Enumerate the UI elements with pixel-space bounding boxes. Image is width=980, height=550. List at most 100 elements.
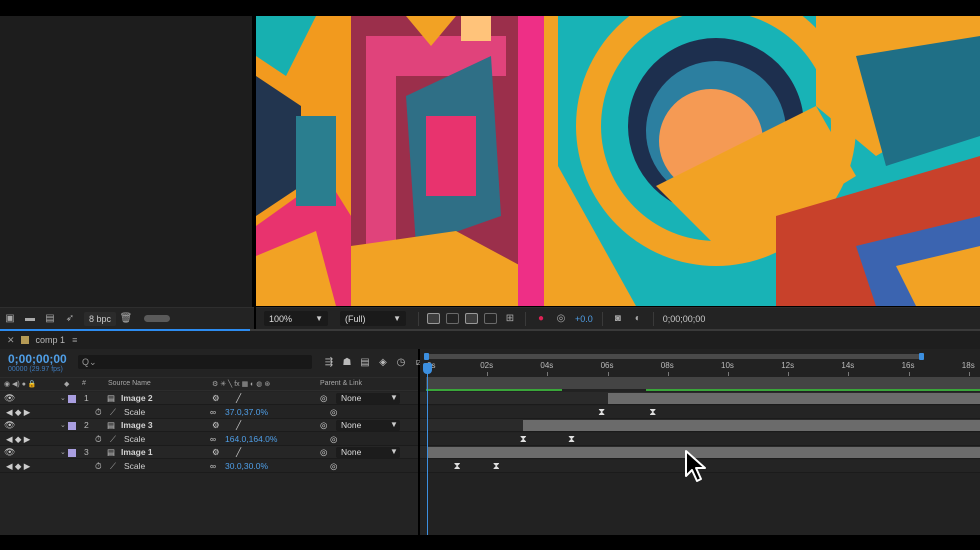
resolution-dropdown[interactable]: (Full) ▼ (340, 311, 406, 326)
thumbnail-slider[interactable] (144, 315, 171, 322)
keyframe-icon[interactable]: ⧗ (453, 460, 461, 473)
close-icon[interactable]: ✕ (7, 335, 15, 346)
property-row[interactable]: ◀ ◆ ▶ ⏱ ⟋ Scale ∞ 164.0,164.0% ◎ (0, 433, 418, 446)
property-track[interactable]: ⧗ ⧗ (420, 433, 980, 446)
color-channel-icon[interactable]: ● (534, 312, 548, 326)
visibility-eye-icon[interactable]: 👁 (4, 420, 15, 431)
flowchart-icon[interactable]: ▣ (3, 312, 17, 326)
grid-icon[interactable]: ⊞ (503, 312, 517, 326)
layer-track[interactable] (420, 419, 980, 432)
folder-icon[interactable]: ▬ (23, 312, 37, 326)
keyframe-nav-icons[interactable]: ◀ ◆ ▶ (6, 461, 30, 472)
constrain-link-icon[interactable]: ∞ (210, 461, 216, 471)
collapse-switch-icon[interactable]: ⚙ (212, 420, 220, 431)
ruler-tick-mark (968, 372, 970, 376)
pin-icon[interactable]: ➶ (63, 312, 77, 326)
constrain-link-icon[interactable]: ∞ (210, 434, 216, 444)
layer-track[interactable] (420, 392, 980, 405)
layer-row[interactable]: 👁 ⌄ 1 ▤ Image 2 ⚙ ╱ ◎ None ▼ (0, 392, 418, 405)
composition-icon[interactable]: ▤ (43, 312, 57, 326)
quality-switch-icon[interactable]: ╱ (236, 393, 241, 404)
time-navigator-end-handle[interactable] (919, 353, 924, 360)
keyframe-nav-icons[interactable]: ◀ ◆ ▶ (6, 434, 30, 445)
keyframe-icon[interactable]: ⧗ (649, 406, 657, 419)
comp-flowchart-icon[interactable]: ⇶ (322, 355, 336, 369)
visibility-eye-icon[interactable]: 👁 (4, 393, 15, 404)
transparency-grid-icon[interactable] (446, 313, 459, 324)
visibility-eye-icon[interactable]: 👁 (4, 447, 15, 458)
playhead-line (427, 365, 428, 535)
expression-pickwhip-icon[interactable]: ◎ (330, 434, 337, 445)
layer-label-color[interactable] (68, 395, 76, 403)
comp-timecode[interactable]: 0;00;00;00 (8, 352, 67, 366)
region-icon[interactable] (465, 313, 478, 324)
draft-3d-icon[interactable]: ☗ (340, 355, 354, 369)
scale-value[interactable]: 30.0,30.0% (225, 461, 268, 471)
zoom-dropdown[interactable]: 100% ▼ (264, 311, 328, 326)
column-parent-link[interactable]: Parent & Link (320, 380, 362, 387)
composition-viewer[interactable] (256, 16, 980, 306)
property-row[interactable]: ◀ ◆ ▶ ⏱ ⟋ Scale ∞ 30.0,30.0% ◎ (0, 460, 418, 473)
bpc-button[interactable]: 8 bpc (84, 311, 117, 326)
stopwatch-icon[interactable]: ⏱ (95, 407, 102, 418)
frame-blending-icon[interactable]: ◈ (376, 355, 390, 369)
motion-blur-icon[interactable]: ◷ (394, 355, 408, 369)
pick-whip-icon[interactable]: ◎ (320, 447, 327, 458)
layer-name[interactable]: Image 1 (121, 447, 153, 457)
constrain-link-icon[interactable]: ∞ (210, 407, 216, 417)
time-ruler[interactable]: 0s02s04s06s08s10s12s14s16s18s (420, 349, 980, 391)
pick-whip-icon[interactable]: ◎ (320, 393, 327, 404)
work-area-bar[interactable] (426, 377, 980, 389)
twirl-down-icon[interactable]: ⌄ (60, 421, 66, 429)
layer-label-color[interactable] (68, 422, 76, 430)
expression-pickwhip-icon[interactable]: ◎ (330, 461, 337, 472)
playhead-handle[interactable] (423, 363, 432, 374)
composition-artwork (256, 16, 980, 306)
keyframe-icon[interactable]: ⧗ (567, 433, 575, 446)
layer-row[interactable]: 👁 ⌄ 2 ▤ Image 3 ⚙ ╱ ◎ None ▼ (0, 419, 418, 432)
exposure-value[interactable]: +0.0 (575, 314, 593, 324)
tab-comp[interactable]: comp 1 (36, 335, 66, 345)
column-source-name[interactable]: Source Name (108, 380, 151, 387)
graph-icon[interactable]: ⟋ (110, 434, 116, 445)
timeline-tracks[interactable]: 0s02s04s06s08s10s12s14s16s18s ⧗⧗⧗⧗⧗⧗ (420, 349, 980, 535)
time-navigator-start-handle[interactable] (424, 353, 429, 360)
layer-duration-bar[interactable] (607, 393, 980, 404)
scale-value[interactable]: 164.0,164.0% (225, 434, 277, 444)
show-snapshot-icon[interactable]: ◐ (631, 312, 645, 326)
twirl-down-icon[interactable]: ⌄ (60, 448, 66, 456)
quality-switch-icon[interactable]: ╱ (236, 447, 241, 458)
keyframe-icon[interactable]: ⧗ (519, 433, 527, 446)
layer-row[interactable]: 👁 ⌄ 3 ▤ Image 1 ⚙ ╱ ◎ None ▼ (0, 446, 418, 459)
exposure-reset-icon[interactable]: ◎ (554, 312, 568, 326)
layer-name[interactable]: Image 2 (121, 393, 153, 403)
quality-switch-icon[interactable]: ╱ (236, 420, 241, 431)
property-track[interactable]: ⧗ ⧗ (420, 406, 980, 419)
stopwatch-icon[interactable]: ⏱ (95, 461, 102, 472)
layer-name[interactable]: Image 3 (121, 420, 153, 430)
expression-pickwhip-icon[interactable]: ◎ (330, 407, 337, 418)
layer-duration-bar[interactable] (523, 420, 980, 431)
viewer-timecode[interactable]: 0;00;00;00 (663, 314, 706, 324)
graph-icon[interactable]: ⟋ (110, 461, 116, 472)
graph-icon[interactable]: ⟋ (110, 407, 116, 418)
keyframe-nav-icons[interactable]: ◀ ◆ ▶ (6, 407, 30, 418)
menu-icon[interactable]: ≡ (72, 335, 77, 345)
layer-label-color[interactable] (68, 449, 76, 457)
mask-icon[interactable] (484, 313, 497, 324)
scale-value[interactable]: 37.0,37.0% (225, 407, 268, 417)
property-row[interactable]: ◀ ◆ ▶ ⏱ ⟋ Scale ∞ 37.0,37.0% ◎ (0, 406, 418, 419)
twirl-down-icon[interactable]: ⌄ (60, 394, 66, 402)
keyframe-icon[interactable]: ⧗ (492, 460, 500, 473)
shy-layers-icon[interactable]: ▤ (358, 355, 372, 369)
fit-icon[interactable] (427, 313, 440, 324)
collapse-switch-icon[interactable]: ⚙ (212, 393, 220, 404)
snapshot-icon[interactable]: ◙ (611, 312, 625, 326)
keyframe-icon[interactable]: ⧗ (598, 406, 606, 419)
stopwatch-icon[interactable]: ⏱ (95, 434, 102, 445)
time-navigator-bar[interactable] (426, 354, 922, 359)
collapse-switch-icon[interactable]: ⚙ (212, 447, 220, 458)
layer-search-input[interactable]: Q⌄ (78, 355, 312, 369)
trash-icon[interactable]: 🗑 (119, 312, 133, 326)
pick-whip-icon[interactable]: ◎ (320, 420, 327, 431)
